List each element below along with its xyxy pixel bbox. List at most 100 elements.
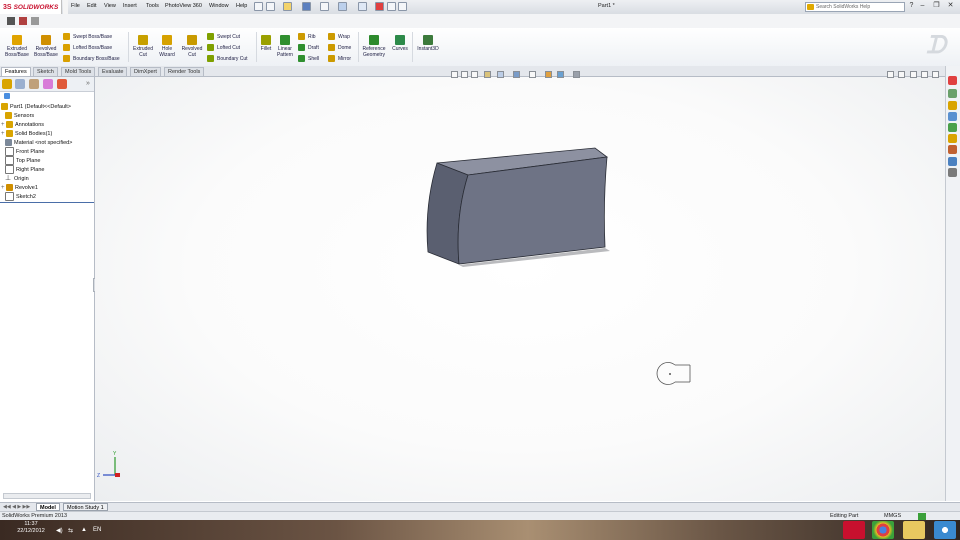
sketch-profile[interactable] [656, 362, 691, 385]
tree-item-right-plane[interactable]: Right Plane [5, 165, 44, 174]
shell-button[interactable]: Shell [298, 53, 326, 64]
tab-scroll-arrows[interactable]: ◀◀ ◀ ▶ ▶▶ [3, 504, 30, 510]
tray-arrow-icon[interactable]: ▲ [81, 527, 87, 533]
property-manager-icon[interactable] [15, 79, 25, 89]
revolved-boss-button[interactable]: Revolved Boss/Base [33, 29, 59, 58]
tab-evaluate[interactable]: Evaluate [98, 67, 128, 76]
pushpin-icon[interactable] [254, 2, 263, 11]
options-icon[interactable] [398, 2, 407, 11]
select-arrow-icon[interactable] [358, 2, 367, 11]
tree-item-sketch2[interactable]: Sketch2 [5, 192, 36, 201]
wrap-button[interactable]: Wrap [328, 31, 356, 42]
chrome-taskbar-icon[interactable] [872, 521, 894, 539]
tree-item-annotations[interactable]: + Annotations [1, 120, 44, 129]
menu-pin[interactable] [63, 0, 68, 14]
tab-mold-tools[interactable]: Mold Tools [61, 67, 96, 76]
configuration-manager-icon[interactable] [29, 79, 39, 89]
tree-item-top-plane[interactable]: Top Plane [5, 156, 40, 165]
file-properties-icon[interactable] [387, 2, 396, 11]
swept-boss-button[interactable]: Swept Boss/Base [63, 31, 127, 42]
feature-tree-icon[interactable] [2, 79, 12, 89]
linear-pattern-button[interactable]: Linear Pattern [274, 29, 296, 58]
swept-cut-button[interactable]: Swept Cut [207, 31, 257, 42]
rebuild-icon[interactable] [375, 2, 384, 11]
menu-edit[interactable]: Edit [87, 3, 96, 9]
lofted-boss-button[interactable]: Lofted Boss/Base [63, 42, 127, 53]
status-help-icon[interactable] [918, 513, 926, 520]
search-help-input[interactable]: Search SolidWorks Help [805, 2, 905, 12]
tree-item-front-plane[interactable]: Front Plane [5, 147, 44, 156]
taskbar-clock[interactable]: 11:37 22/12/2012 [2, 521, 60, 535]
printer-icon[interactable] [7, 17, 15, 25]
fillet-button[interactable]: Fillet [257, 29, 275, 52]
rib-button[interactable]: Rib [298, 31, 326, 42]
sketch-arc[interactable] [656, 362, 676, 385]
help-icon[interactable]: ? [907, 2, 916, 11]
expand-icon[interactable]: + [1, 185, 5, 191]
recording-icon[interactable] [948, 168, 957, 177]
tree-item-revolve1[interactable]: + Revolve1 [1, 183, 38, 192]
volume-icon[interactable]: ◀) [56, 527, 63, 534]
save-icon[interactable] [302, 2, 311, 11]
filter-icon[interactable] [4, 93, 10, 99]
solidworks-forum-icon[interactable] [948, 157, 957, 166]
tab-sketch[interactable]: Sketch [33, 67, 58, 76]
tree-item-material[interactable]: Material <not specified> [5, 138, 72, 147]
tree-item-origin[interactable]: ⊥ Origin [5, 174, 29, 183]
tab-render-tools[interactable]: Render Tools [164, 67, 205, 76]
appearances-icon[interactable] [948, 134, 957, 143]
solidworks-resources-icon[interactable] [948, 76, 957, 85]
custom-properties-icon[interactable] [948, 145, 957, 154]
dome-button[interactable]: Dome [328, 42, 356, 53]
restore-button[interactable]: ❐ [932, 2, 941, 11]
expand-icon[interactable]: + [1, 131, 5, 137]
rollback-bar[interactable] [0, 202, 94, 203]
tool-icon[interactable] [31, 17, 39, 25]
new-document-icon[interactable] [266, 2, 275, 11]
display-manager-icon[interactable] [57, 79, 67, 89]
reference-geometry-button[interactable]: Reference Geometry [360, 29, 388, 58]
tab-features[interactable]: Features [1, 67, 31, 76]
network-icon[interactable]: ⇆ [68, 527, 73, 534]
menu-file[interactable]: File [71, 3, 80, 9]
tab-model[interactable]: Model [36, 503, 60, 511]
design-library-icon[interactable] [948, 89, 957, 98]
revolved-cut-button[interactable]: Revolved Cut [179, 29, 205, 58]
extruded-boss-button[interactable]: Extruded Boss/Base [4, 29, 30, 58]
horizontal-scrollbar[interactable] [3, 493, 91, 499]
settings-icon[interactable] [19, 17, 27, 25]
expand-icon[interactable]: + [1, 122, 5, 128]
lofted-cut-button[interactable]: Lofted Cut [207, 42, 257, 53]
sketch-center-point[interactable] [669, 373, 671, 375]
app-taskbar-icon[interactable] [934, 521, 956, 539]
solidworks-logo[interactable]: 3S SOLIDWORKS [0, 0, 62, 14]
boundary-cut-button[interactable]: Boundary Cut [207, 53, 257, 64]
view-palette-icon[interactable] [948, 123, 957, 132]
menu-help[interactable]: Help [236, 3, 247, 9]
menu-insert[interactable]: Insert [123, 3, 137, 9]
file-explorer-icon[interactable] [948, 101, 957, 110]
instant3d-button[interactable]: Instant3D [414, 29, 442, 52]
dimxpert-manager-icon[interactable] [43, 79, 53, 89]
expand-panel-icon[interactable]: » [86, 80, 90, 87]
boundary-boss-button[interactable]: Boundary Boss/Base [63, 53, 127, 64]
model-front-face[interactable] [457, 156, 608, 265]
tree-item-sensors[interactable]: Sensors [5, 111, 34, 120]
tree-item-part1[interactable]: Part1 (Default<<Default> [1, 102, 71, 111]
curves-button[interactable]: Curves [390, 29, 410, 52]
open-folder-icon[interactable] [283, 2, 292, 11]
solidworks-taskbar-icon[interactable] [843, 521, 865, 539]
explorer-taskbar-icon[interactable] [903, 521, 925, 539]
menu-tools[interactable]: Tools [146, 3, 159, 9]
hole-wizard-button[interactable]: Hole Wizard [155, 29, 179, 58]
minimize-button[interactable]: – [918, 2, 927, 11]
menu-photoview-360[interactable]: PhotoView 360 [165, 3, 202, 9]
draft-button[interactable]: Draft [298, 42, 326, 53]
undo-icon[interactable] [338, 2, 347, 11]
mirror-button[interactable]: Mirror [328, 53, 356, 64]
menu-window[interactable]: Window [209, 3, 229, 9]
tab-motion-study-1[interactable]: Motion Study 1 [63, 503, 108, 511]
search-results-icon[interactable] [948, 112, 957, 121]
tab-dimxpert[interactable]: DimXpert [130, 67, 161, 76]
extruded-cut-button[interactable]: Extruded Cut [130, 29, 156, 58]
